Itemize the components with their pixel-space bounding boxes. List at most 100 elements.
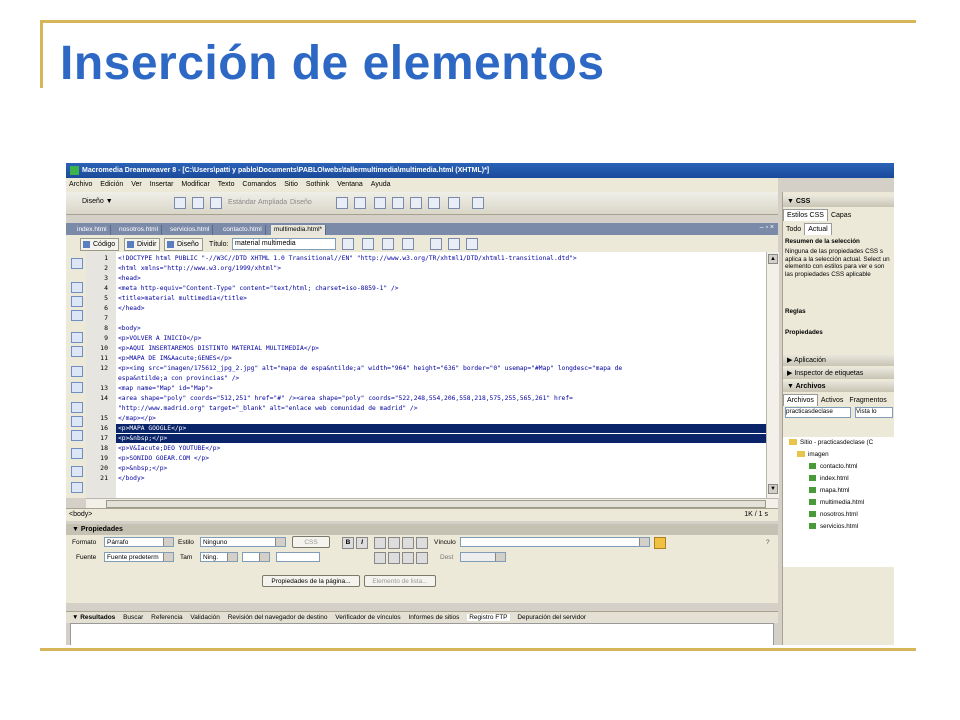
code-line[interactable]: <p>MAPA GOOGLE</p> — [116, 424, 766, 433]
unordered-list-icon[interactable] — [374, 552, 386, 564]
code-line[interactable]: <p>SONIDO GOEAR.COM </p> — [116, 454, 766, 463]
target-select[interactable] — [460, 552, 506, 562]
results-tab-ftp[interactable]: Registro FTP — [467, 614, 510, 621]
italic-button[interactable]: I — [356, 537, 368, 549]
recent-snippets-icon[interactable] — [71, 448, 83, 459]
table-icon[interactable] — [174, 197, 186, 209]
code-line[interactable]: <html xmlns="http://www.w3.org/1999/xhtm… — [116, 264, 766, 273]
code-line[interactable] — [116, 314, 766, 323]
code-line[interactable]: <p>&nbsp;</p> — [116, 434, 766, 443]
results-tab-referencia[interactable]: Referencia — [151, 614, 182, 621]
template-icon[interactable] — [428, 197, 440, 209]
view-options-icon[interactable] — [448, 238, 460, 250]
split-view-button[interactable]: Dividir — [124, 238, 161, 251]
view-select[interactable]: Vista lo — [855, 407, 893, 418]
code-line[interactable]: "http://www.madrid.org" target="_blank" … — [116, 404, 766, 413]
code-line[interactable]: <p>MAPA DE IM&Aacute;GENES</p> — [116, 354, 766, 363]
code-line[interactable]: <p>&nbsp;</p> — [116, 464, 766, 473]
menu-insertar[interactable]: Insertar — [150, 181, 174, 188]
menu-ventana[interactable]: Ventana — [337, 181, 363, 188]
size-select[interactable]: Ning. — [200, 552, 238, 562]
code-line[interactable]: <p>V&Iacute;DEO YOUTUBE</p> — [116, 444, 766, 453]
frameset-icon[interactable] — [374, 197, 386, 209]
tree-item-contacto[interactable]: contacto.html — [809, 463, 857, 470]
tree-item-index[interactable]: index.html — [809, 475, 849, 482]
link-input[interactable] — [460, 537, 650, 547]
code-vertical-scrollbar[interactable]: ▲ ▼ — [766, 252, 779, 498]
page-properties-button[interactable]: Propiedades de la página... — [262, 575, 360, 587]
collapse-selection-icon[interactable] — [71, 296, 83, 307]
expanded-mode-button[interactable]: Ampliada — [258, 199, 287, 206]
code-line[interactable]: <map name="Map" id="Map"> — [116, 384, 766, 393]
menu-texto[interactable]: Texto — [218, 181, 235, 188]
draw-cell-icon[interactable] — [354, 197, 366, 209]
debug-icon[interactable] — [382, 238, 394, 250]
tab-nosotros[interactable]: nosotros.html — [116, 225, 163, 235]
code-editor[interactable]: <!DOCTYPE html PUBLIC "-//W3C//DTD XHTML… — [116, 252, 766, 498]
tab-index[interactable]: index.html — [74, 225, 111, 235]
results-tab-depuracion[interactable]: Depuración del servidor — [517, 614, 586, 621]
balance-braces-icon[interactable] — [71, 346, 83, 357]
tree-item-servicios[interactable]: servicios.html — [809, 523, 858, 530]
visual-aids-icon[interactable] — [466, 238, 478, 250]
tag-selector[interactable]: <body> — [69, 509, 92, 521]
code-line[interactable]: </head> — [116, 304, 766, 313]
site-select[interactable]: practicasdeclase — [785, 407, 851, 418]
code-line[interactable]: <meta http-equiv="Content-Type" content=… — [116, 284, 766, 293]
menu-sothink[interactable]: Sothink — [306, 181, 329, 188]
files-panel-header[interactable]: ▼ Archivos — [783, 381, 894, 392]
highlight-invalid-icon[interactable] — [71, 382, 83, 393]
scroll-down-icon[interactable]: ▼ — [768, 484, 778, 494]
tab-capas[interactable]: Capas — [828, 210, 854, 221]
format-source-icon[interactable] — [71, 482, 83, 493]
standard-mode-button[interactable]: Estándar — [228, 199, 256, 206]
format-select[interactable]: Párrafo — [104, 537, 174, 547]
menu-edicion[interactable]: Edición — [100, 181, 123, 188]
page-title-input[interactable]: material multimedia — [232, 238, 336, 250]
remove-comment-icon[interactable] — [71, 416, 83, 427]
code-line[interactable]: <head> — [116, 274, 766, 283]
results-title[interactable]: ▼ Resultados — [72, 614, 115, 621]
css-panel-header[interactable]: ▼ CSS — [783, 196, 894, 207]
tab-multimedia[interactable]: multimedia.html* — [271, 225, 327, 235]
globe-icon[interactable] — [402, 238, 414, 250]
ordered-list-icon[interactable] — [388, 552, 400, 564]
menu-ayuda[interactable]: Ayuda — [371, 181, 391, 188]
layout-view-icon[interactable] — [472, 197, 484, 209]
properties-header[interactable]: ▼ Propiedades — [66, 524, 778, 535]
tree-item-mapa[interactable]: mapa.html — [809, 487, 849, 494]
tab-contacto[interactable]: contacto.html — [220, 225, 266, 235]
open-documents-icon[interactable] — [71, 258, 83, 269]
layout-mode-button[interactable]: Diseño — [290, 199, 312, 206]
results-tab-revision[interactable]: Revisión del navegador de destino — [228, 614, 328, 621]
code-line[interactable]: <area shape="poly" coords="512,251" href… — [116, 394, 766, 403]
code-line[interactable]: </body> — [116, 474, 766, 483]
tree-item-imagen[interactable]: imagen — [797, 451, 829, 458]
panel-inspector-etiquetas[interactable]: ▶ Inspector de etiquetas — [783, 368, 894, 379]
code-view-button[interactable]: Código — [80, 238, 120, 251]
style-select[interactable]: Ninguno — [200, 537, 286, 547]
tab-actual[interactable]: Actual — [804, 223, 832, 235]
div-icon[interactable] — [410, 197, 422, 209]
css-button[interactable]: CSS — [292, 536, 330, 548]
collapse-tag-icon[interactable] — [71, 282, 83, 293]
code-line[interactable]: <p>VOLVER A INICIO</p> — [116, 334, 766, 343]
layout-table-icon[interactable] — [336, 197, 348, 209]
tab-archivos[interactable]: Archivos — [783, 394, 818, 406]
wrap-tag-icon[interactable] — [71, 430, 83, 441]
scroll-thumb[interactable] — [106, 500, 766, 508]
code-line[interactable]: <title>material multimedia</title> — [116, 294, 766, 303]
tab-estilos-css[interactable]: Estilos CSS — [783, 209, 828, 221]
line-numbers-icon[interactable] — [71, 366, 83, 377]
size-unit-select[interactable] — [242, 552, 270, 562]
mode-dropdown[interactable]: Diseño ▼ — [82, 198, 113, 205]
align-right-icon[interactable] — [402, 537, 414, 549]
code-line[interactable]: <!DOCTYPE html PUBLIC "-//W3C//DTD XHTML… — [116, 254, 766, 263]
code-line[interactable]: <p>AQUI INSERTAREMOS DISTINTO MATERIAL M… — [116, 344, 766, 353]
tree-item-multimedia[interactable]: multimedia.html — [809, 499, 864, 506]
justify-icon[interactable] — [416, 537, 428, 549]
design-view-button[interactable]: Diseño — [164, 238, 203, 251]
indent-icon[interactable] — [416, 552, 428, 564]
outdent-icon[interactable] — [402, 552, 414, 564]
preview-icon[interactable] — [362, 238, 374, 250]
